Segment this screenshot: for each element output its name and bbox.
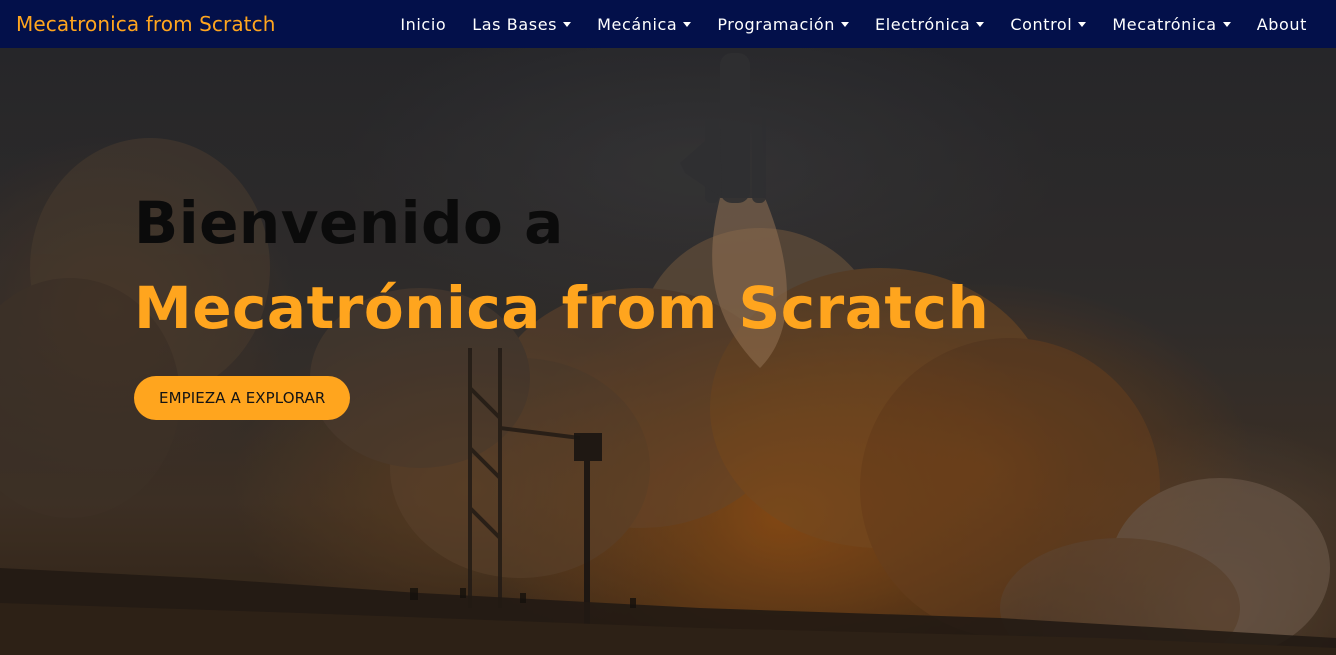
explore-button[interactable]: EMPIEZA A EXPLORAR xyxy=(134,376,351,420)
caret-down-icon xyxy=(1078,22,1087,27)
caret-down-icon xyxy=(841,22,850,27)
caret-down-icon xyxy=(976,22,985,27)
nav-item-mecatronica[interactable]: Mecatrónica xyxy=(1112,0,1231,48)
nav-item-label: About xyxy=(1256,14,1307,34)
nav-menu: Inicio Las Bases Mecánica Programación E… xyxy=(400,0,1320,48)
nav-item-label: Inicio xyxy=(400,14,447,34)
nav-item-label: Mecatrónica xyxy=(1112,14,1217,34)
nav-item-programacion[interactable]: Programación xyxy=(717,0,850,48)
brand-logo-link[interactable]: Mecatronica from Scratch xyxy=(16,12,276,36)
nav-item-label: Mecánica xyxy=(597,14,678,34)
nav-item-about[interactable]: About xyxy=(1257,0,1307,48)
caret-down-icon xyxy=(1222,22,1231,27)
nav-item-label: Electrónica xyxy=(875,14,971,34)
hero-site-name-heading: Mecatrónica from Scratch xyxy=(134,274,990,342)
nav-item-label: Programación xyxy=(717,14,836,34)
nav-item-label: Las Bases xyxy=(472,14,558,34)
hero-welcome-heading: Bienvenido a xyxy=(134,189,564,257)
nav-item-label: Control xyxy=(1010,14,1073,34)
nav-item-electronica[interactable]: Electrónica xyxy=(875,0,985,48)
caret-down-icon xyxy=(683,22,692,27)
nav-item-las-bases[interactable]: Las Bases xyxy=(472,0,572,48)
caret-down-icon xyxy=(563,22,572,27)
top-navbar: Mecatronica from Scratch Inicio Las Base… xyxy=(0,0,1336,48)
hero-section: Bienvenido a Mecatrónica from Scratch EM… xyxy=(0,48,1336,655)
nav-item-inicio[interactable]: Inicio xyxy=(400,0,446,48)
nav-item-control[interactable]: Control xyxy=(1010,0,1087,48)
nav-item-mecanica[interactable]: Mecánica xyxy=(597,0,692,48)
hero-content: Bienvenido a Mecatrónica from Scratch EM… xyxy=(134,188,989,420)
